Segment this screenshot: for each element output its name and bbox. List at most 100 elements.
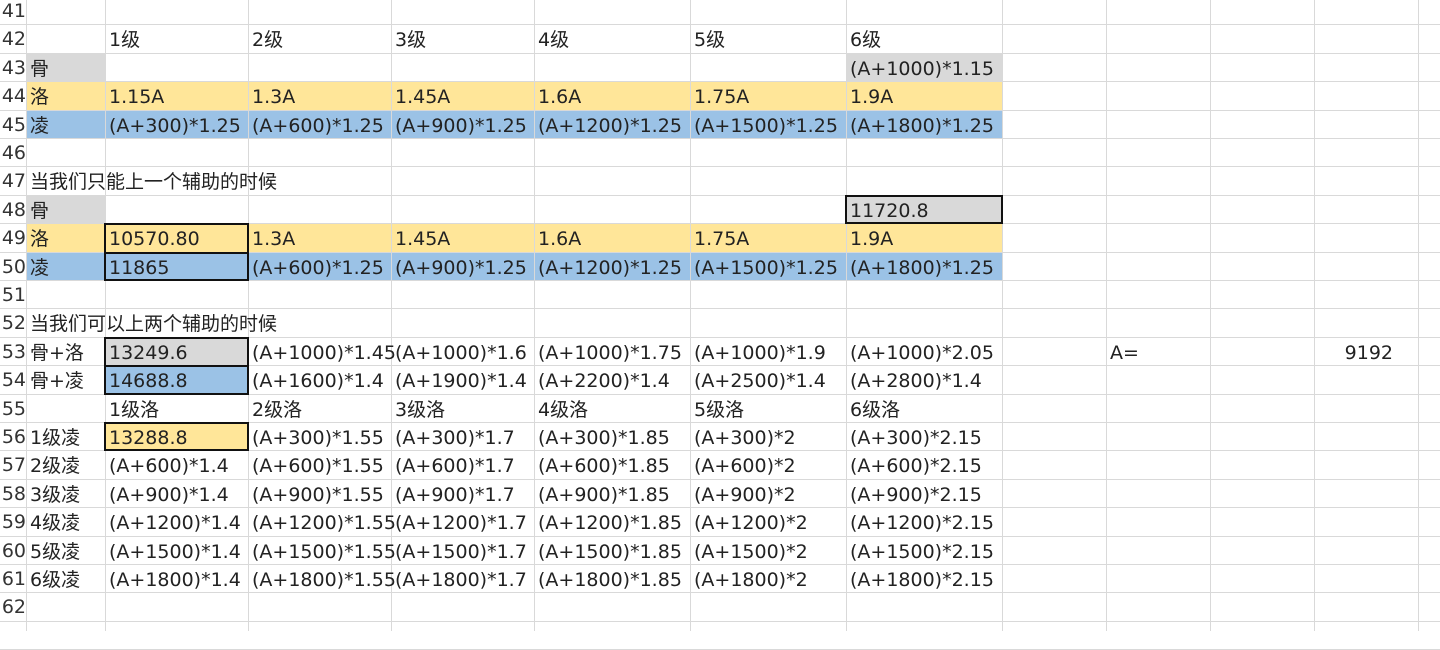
cell[interactable]: (A+600)*1.7 (391, 452, 515, 480)
cell[interactable]: 当我们只能上一个辅助的时候 (26, 168, 277, 196)
cell[interactable]: (A+1900)*1.4 (391, 367, 527, 395)
cell[interactable]: (A+600)*1.55 (248, 452, 384, 480)
cell[interactable]: (A+1800)*1.7 (391, 566, 527, 594)
cell[interactable]: 凌 (26, 112, 49, 140)
cell[interactable]: (A+1000)*1.45 (248, 339, 396, 367)
cell[interactable]: 5级凌 (26, 538, 80, 566)
cell[interactable]: (A+1800)*1.25 (846, 254, 994, 282)
cell[interactable]: (A+1500)*2.15 (846, 538, 994, 566)
cell[interactable]: 1.45A (391, 225, 450, 253)
row-number[interactable]: 41 (0, 0, 26, 25)
cell[interactable]: 6级凌 (26, 566, 80, 594)
cell[interactable]: 1.75A (690, 83, 749, 111)
row-number[interactable]: 57 (0, 451, 26, 479)
cell[interactable]: 4级洛 (534, 396, 588, 424)
cell[interactable]: 1级凌 (26, 424, 80, 452)
row-number[interactable]: 58 (0, 480, 26, 508)
cell[interactable]: 6级洛 (846, 396, 900, 424)
cell[interactable]: (A+1500)*1.85 (534, 538, 682, 566)
cell[interactable]: 洛 (26, 225, 49, 253)
cell[interactable]: 3级洛 (391, 396, 445, 424)
cell[interactable]: (A+300)*1.7 (391, 424, 515, 452)
cell[interactable]: 1.15A (105, 83, 164, 111)
cell[interactable]: 1.3A (248, 225, 295, 253)
cell[interactable]: (A+2200)*1.4 (534, 367, 670, 395)
spreadsheet-grid[interactable]: 41 42 43 44 45 46 47 48 49 50 51 52 53 54 55 56 57 58 59 60… (0, 0, 1440, 650)
row-number[interactable]: 60 (0, 537, 26, 565)
cell[interactable]: 5级 (690, 26, 725, 54)
cell[interactable]: (A+600)*1.4 (105, 452, 229, 480)
cell[interactable]: (A+2500)*1.4 (690, 367, 826, 395)
cell[interactable]: (A+1000)*1.75 (534, 339, 682, 367)
cell[interactable]: (A+1800)*1.4 (105, 566, 241, 594)
row-number[interactable]: 49 (0, 224, 26, 252)
row-number[interactable]: 52 (0, 309, 26, 337)
row-number[interactable]: 53 (0, 338, 26, 366)
cell[interactable]: (A+2800)*1.4 (846, 367, 982, 395)
cell[interactable]: 1.45A (391, 83, 450, 111)
cell[interactable]: (A+1800)*2.15 (846, 566, 994, 594)
row-number[interactable]: 62 (0, 593, 26, 621)
variable-value[interactable]: 9192 (1210, 339, 1418, 367)
cell[interactable]: 2级凌 (26, 452, 80, 480)
cell[interactable]: (A+1200)*1.4 (105, 509, 241, 537)
cell[interactable]: 1.6A (534, 225, 581, 253)
cell[interactable]: (A+1000)*2.05 (846, 339, 994, 367)
cell[interactable]: 6级 (846, 26, 881, 54)
cell[interactable]: (A+1800)*1.25 (846, 112, 994, 140)
row-number[interactable]: 50 (0, 253, 26, 281)
cell[interactable]: 2级 (248, 26, 283, 54)
cell[interactable]: 凌 (26, 254, 49, 282)
cell[interactable]: (A+600)*1.85 (534, 452, 670, 480)
cell[interactable]: (A+1000)*1.6 (391, 339, 527, 367)
cell[interactable]: (A+600)*1.25 (248, 254, 384, 282)
cell[interactable]: (A+300)*1.25 (105, 112, 241, 140)
cell[interactable]: (A+600)*1.25 (248, 112, 384, 140)
cell[interactable]: 3级 (391, 26, 426, 54)
cell[interactable]: 1.9A (846, 225, 893, 253)
cell[interactable]: (A+1200)*2.15 (846, 509, 994, 537)
cell[interactable]: 1.9A (846, 83, 893, 111)
cell[interactable]: (A+300)*1.85 (534, 424, 670, 452)
cell[interactable]: (A+1200)*1.55 (248, 509, 396, 537)
cell[interactable]: (A+1800)*1.55 (248, 566, 396, 594)
row-number[interactable]: 44 (0, 82, 26, 110)
cell[interactable]: (A+600)*2 (690, 452, 796, 480)
cell[interactable]: (A+1200)*1.25 (534, 112, 682, 140)
cell[interactable]: (A+1200)*2 (690, 509, 808, 537)
cell[interactable]: (A+300)*2 (690, 424, 796, 452)
row-number[interactable]: 56 (0, 423, 26, 451)
cell[interactable]: (A+1800)*2 (690, 566, 808, 594)
cell[interactable]: (A+1000)*1.15 (846, 55, 994, 83)
cell[interactable]: (A+600)*2.15 (846, 452, 982, 480)
cell[interactable]: (A+900)*1.85 (534, 481, 670, 509)
row-number[interactable]: 61 (0, 565, 26, 593)
cell[interactable]: 1级 (105, 26, 140, 54)
cell[interactable]: 3级凌 (26, 481, 80, 509)
cell[interactable]: (A+300)*2.15 (846, 424, 982, 452)
cell[interactable]: (A+900)*1.4 (105, 481, 229, 509)
cell[interactable]: (A+900)*1.55 (248, 481, 384, 509)
cell[interactable]: (A+900)*1.25 (391, 254, 527, 282)
row-number[interactable]: 48 (0, 196, 26, 224)
cell[interactable]: 4级凌 (26, 509, 80, 537)
row-number[interactable]: 54 (0, 366, 26, 394)
cell[interactable]: (A+1500)*2 (690, 538, 808, 566)
cell[interactable]: 2级洛 (248, 396, 302, 424)
row-number[interactable]: 55 (0, 395, 26, 423)
row-number[interactable]: 42 (0, 25, 26, 53)
cell[interactable]: 1.3A (248, 83, 295, 111)
cell[interactable]: 骨 (26, 197, 49, 225)
cell[interactable]: (A+900)*2.15 (846, 481, 982, 509)
cell[interactable]: (A+1500)*1.4 (105, 538, 241, 566)
cell[interactable]: 骨 (26, 55, 49, 83)
cell[interactable]: (A+900)*1.7 (391, 481, 515, 509)
cell[interactable]: (A+900)*2 (690, 481, 796, 509)
cell[interactable]: (A+1200)*1.85 (534, 509, 682, 537)
cell[interactable]: (A+1500)*1.55 (248, 538, 396, 566)
cell[interactable]: (A+1200)*1.7 (391, 509, 527, 537)
variable-label[interactable]: A= (1106, 339, 1139, 367)
row-number[interactable]: 59 (0, 508, 26, 536)
cell[interactable]: (A+1200)*1.25 (534, 254, 682, 282)
cell[interactable]: (A+1000)*1.9 (690, 339, 826, 367)
